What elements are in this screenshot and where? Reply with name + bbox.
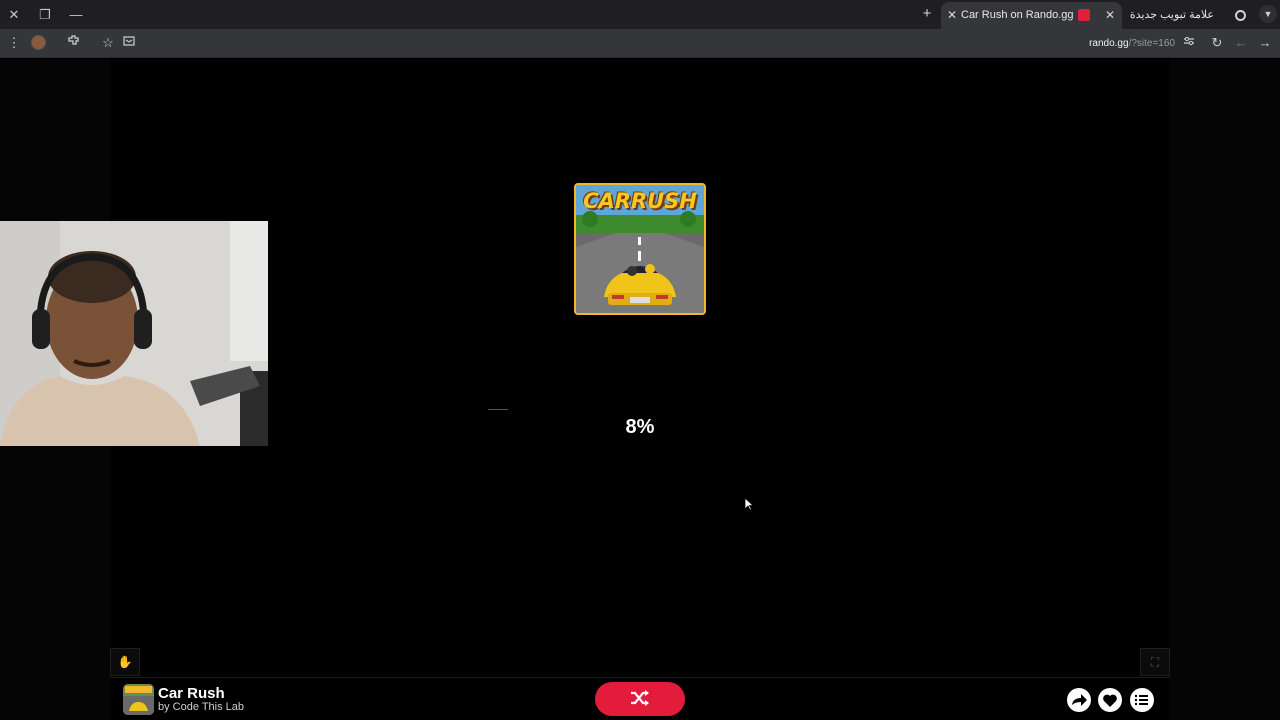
share-button[interactable] xyxy=(1067,688,1091,712)
game-thumbnail[interactable] xyxy=(123,684,154,715)
mouse-cursor-icon xyxy=(744,497,754,511)
close-icon[interactable]: ✕ xyxy=(945,8,959,22)
share-icon xyxy=(1072,694,1087,706)
streamer-video xyxy=(0,221,268,446)
cast-icon[interactable] xyxy=(120,34,138,52)
kebab-menu-icon[interactable]: ⋮ xyxy=(5,34,23,52)
heart-icon xyxy=(1103,694,1117,707)
url-domain: rando.gg xyxy=(1089,38,1129,49)
site-settings-icon[interactable] xyxy=(1180,34,1198,52)
loading-percent: 8% xyxy=(625,416,655,438)
page-content: CARRUSH 8% ✋ ⛶ xyxy=(0,59,1280,720)
game-cover-image: CARRUSH xyxy=(574,183,706,315)
browser-tab-strip: ✕ ❐ — + ✕ Car Rush on Rando.gg ✕ علامة ت… xyxy=(0,0,1280,29)
address-bar[interactable]: rando.gg/?site=160 xyxy=(1040,36,1175,51)
chevron-down-icon[interactable]: ▼ xyxy=(1259,5,1277,23)
tab-car-rush[interactable]: ✕ Car Rush on Rando.gg ✕ xyxy=(941,2,1122,29)
cover-logo-text: CARRUSH xyxy=(583,189,697,213)
close-icon[interactable]: ✕ xyxy=(1103,8,1117,22)
game-title: Car Rush xyxy=(158,685,225,702)
shuffle-button[interactable] xyxy=(595,682,685,716)
tab-new-tab[interactable]: علامة تبويب جديدة xyxy=(1122,2,1254,29)
loading-bar xyxy=(488,409,508,410)
chrome-favicon-icon xyxy=(1235,10,1246,21)
url-path: /?site=160 xyxy=(1128,38,1175,49)
shuffle-icon xyxy=(631,689,649,706)
game-frame[interactable]: CARRUSH 8% ✋ ⛶ xyxy=(110,59,1170,676)
browser-toolbar: ⋮ ☆ rando.gg/?site=160 ↻ ← → xyxy=(0,29,1280,58)
webcam-overlay xyxy=(0,221,268,446)
reload-icon[interactable]: ↻ xyxy=(1208,34,1226,52)
game-author[interactable]: by Code This Lab xyxy=(158,701,244,714)
fullscreen-icon[interactable]: ⛶ xyxy=(1140,648,1170,676)
tab-title: علامة تبويب جديدة xyxy=(1129,9,1214,21)
star-icon[interactable]: ☆ xyxy=(99,34,117,52)
forward-icon[interactable]: ← xyxy=(1232,34,1250,52)
window-restore-icon[interactable]: ❐ xyxy=(34,4,56,26)
game-info-bar: Car Rush by Code This Lab xyxy=(110,677,1170,720)
new-tab-button[interactable]: + xyxy=(918,5,936,23)
like-button[interactable] xyxy=(1098,688,1122,712)
window-minimize-icon[interactable]: — xyxy=(65,4,87,26)
right-margin xyxy=(1170,59,1280,720)
hand-icon[interactable]: ✋ xyxy=(110,648,140,676)
back-icon[interactable]: → xyxy=(1256,34,1274,52)
profile-avatar[interactable] xyxy=(31,35,46,50)
tab-title: Car Rush on Rando.gg xyxy=(961,9,1074,21)
list-icon xyxy=(1134,694,1148,706)
menu-button[interactable] xyxy=(1130,688,1154,712)
extensions-icon[interactable] xyxy=(65,34,83,52)
rando-favicon-icon xyxy=(1078,9,1090,21)
window-close-icon[interactable]: ✕ xyxy=(3,4,25,26)
